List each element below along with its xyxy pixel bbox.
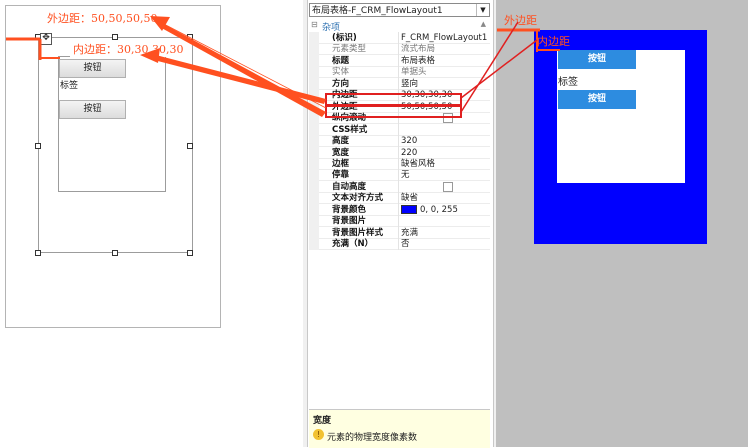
arrowhead-inner [140,48,160,63]
annotation-overlay [6,16,560,118]
padding-highlight-box [325,93,462,106]
line-to-preview-outer [460,21,519,113]
arrow-to-inner-annotation [150,54,326,104]
line-to-preview-inner [460,39,538,99]
margin-highlight-box [325,105,462,118]
arrow-to-outer-annotation [158,22,326,117]
